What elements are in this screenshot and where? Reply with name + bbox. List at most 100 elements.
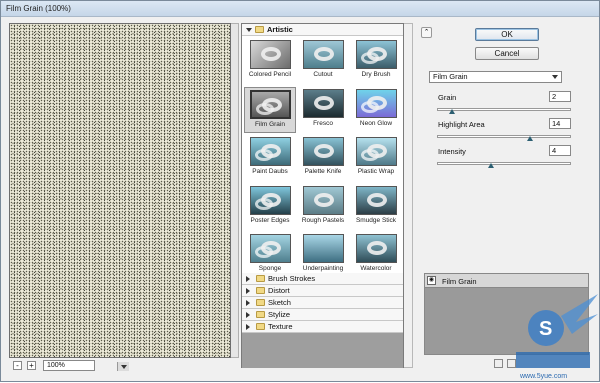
category-sketch[interactable]: Sketch xyxy=(242,297,403,309)
category-artistic[interactable]: Artistic xyxy=(242,24,403,36)
triangle-right-icon xyxy=(246,311,253,318)
highlight-area-input[interactable]: 14 xyxy=(549,118,571,129)
filter-select-value: Film Grain xyxy=(433,72,468,81)
filter-label: Cutout xyxy=(313,71,333,78)
filter-thumb-neon-glow[interactable]: Neon Glow xyxy=(350,87,402,133)
svg-text:S: S xyxy=(539,318,552,340)
param-grain: Grain 2 xyxy=(437,91,572,115)
filter-label: Poster Edges xyxy=(250,216,290,224)
folder-icon xyxy=(256,275,265,282)
filter-thumb-sponge[interactable]: Sponge xyxy=(244,232,296,278)
filter-label: Smudge Stick xyxy=(355,216,397,224)
filter-preview-image xyxy=(355,137,397,167)
new-effect-layer-button[interactable] xyxy=(494,359,503,368)
param-label: Highlight Area xyxy=(438,120,485,129)
param-intensity: Intensity 4 xyxy=(437,145,572,169)
triangle-right-icon xyxy=(246,323,253,330)
triangle-right-icon xyxy=(246,275,253,282)
chevron-down-icon[interactable] xyxy=(117,362,129,371)
double-chevron-up-icon: ⌃ xyxy=(423,29,430,36)
filter-select[interactable]: Film Grain xyxy=(429,71,562,83)
filter-label: Film Grain xyxy=(255,120,285,128)
category-label: Stylize xyxy=(268,310,291,319)
triangle-right-icon xyxy=(246,287,253,294)
filter-preview-image xyxy=(302,137,344,167)
intensity-input[interactable]: 4 xyxy=(549,145,571,156)
filter-gallery: Artistic Colored Pencil Cutout Dry Brush… xyxy=(241,23,404,368)
grain-input[interactable]: 2 xyxy=(549,91,571,102)
intensity-slider-track[interactable] xyxy=(437,162,571,165)
filter-thumb-watercolor[interactable]: Watercolor xyxy=(350,232,402,278)
filter-thumb-colored-pencil[interactable]: Colored Pencil xyxy=(244,38,296,84)
filter-thumb-plastic-wrap[interactable]: Plastic Wrap xyxy=(350,135,402,181)
zoom-in-button[interactable]: + xyxy=(27,361,36,370)
category-brush-strokes[interactable]: Brush Strokes xyxy=(242,273,403,285)
filter-label: Dry Brush xyxy=(361,71,391,78)
intensity-slider-thumb[interactable] xyxy=(488,160,494,168)
zoom-level-select[interactable]: 100% xyxy=(43,360,129,371)
filter-thumb-dry-brush[interactable]: Dry Brush xyxy=(350,38,402,84)
category-label: Texture xyxy=(268,322,293,331)
filter-thumbnail-grid: Colored Pencil Cutout Dry Brush Film Gra… xyxy=(242,36,403,279)
filter-preview-image xyxy=(249,234,291,264)
category-distort[interactable]: Distort xyxy=(242,285,403,297)
filter-preview-image xyxy=(355,40,397,69)
filter-preview-image xyxy=(249,89,291,119)
filter-label: Rough Pastels xyxy=(301,216,345,224)
filter-label: Paint Daubs xyxy=(252,168,288,176)
filter-label: Underpainting xyxy=(302,265,344,273)
effect-layer-name: Film Grain xyxy=(442,277,477,286)
filter-thumb-rough-pastels[interactable]: Rough Pastels xyxy=(297,184,349,230)
filter-label: Palette Knife xyxy=(304,168,342,176)
folder-icon xyxy=(256,299,265,306)
filter-label: Fresco xyxy=(313,119,333,127)
filter-label: Colored Pencil xyxy=(248,71,292,78)
title-bar: Film Grain (100%) xyxy=(1,1,599,17)
param-highlight-area: Highlight Area 14 xyxy=(437,118,572,142)
filter-label: Sponge xyxy=(258,265,282,273)
filter-thumb-cutout[interactable]: Cutout xyxy=(297,38,349,84)
filter-thumb-poster-edges[interactable]: Poster Edges xyxy=(244,184,296,230)
site-watermark-logo: S www.5yue.com xyxy=(516,294,598,380)
filter-thumb-paint-daubs[interactable]: Paint Daubs xyxy=(244,135,296,181)
folder-icon xyxy=(256,287,265,294)
folder-icon xyxy=(255,26,264,33)
chevron-down-icon xyxy=(552,75,558,82)
category-label: Distort xyxy=(268,286,290,295)
triangle-down-icon xyxy=(246,27,252,35)
category-label: Artistic xyxy=(267,25,293,34)
filter-label: Watercolor xyxy=(360,265,392,273)
filter-preview-image xyxy=(249,185,291,215)
preview-scrollbar[interactable] xyxy=(231,23,239,358)
preview-canvas[interactable] xyxy=(9,23,231,358)
gallery-scrollbar[interactable] xyxy=(404,23,413,368)
filter-thumb-smudge-stick[interactable]: Smudge Stick xyxy=(350,184,402,230)
grain-slider-track[interactable] xyxy=(437,108,571,111)
filter-thumb-underpainting[interactable]: Underpainting xyxy=(297,232,349,278)
filter-preview-image xyxy=(302,234,344,264)
svg-text:www.5yue.com: www.5yue.com xyxy=(519,373,567,380)
category-texture[interactable]: Texture xyxy=(242,321,403,333)
filter-preview-image xyxy=(302,40,344,69)
highlight-area-slider-thumb[interactable] xyxy=(527,133,533,141)
filter-thumb-fresco[interactable]: Fresco xyxy=(297,87,349,133)
zoom-out-button[interactable]: - xyxy=(13,361,22,370)
filter-thumb-palette-knife[interactable]: Palette Knife xyxy=(297,135,349,181)
grain-slider-thumb[interactable] xyxy=(449,106,455,114)
filter-label: Plastic Wrap xyxy=(357,168,395,176)
filter-preview-image xyxy=(355,88,397,118)
category-stylize[interactable]: Stylize xyxy=(242,309,403,321)
cancel-button[interactable]: Cancel xyxy=(475,47,539,60)
param-label: Intensity xyxy=(438,147,466,156)
filter-preview-image xyxy=(355,185,397,215)
eye-icon[interactable]: ◉ xyxy=(427,276,436,285)
collapse-gallery-button[interactable]: ⌃ xyxy=(421,27,432,38)
category-label: Brush Strokes xyxy=(268,274,316,283)
highlight-area-slider-track[interactable] xyxy=(437,135,571,138)
zoom-level-value: 100% xyxy=(47,362,65,369)
ok-button[interactable]: OK xyxy=(475,28,539,41)
filter-label: Neon Glow xyxy=(359,119,393,127)
filter-thumb-film-grain[interactable]: Film Grain xyxy=(244,86,296,133)
collapsed-categories: Brush Strokes Distort Sketch Stylize Tex… xyxy=(242,273,403,368)
filter-preview-image xyxy=(355,234,397,264)
